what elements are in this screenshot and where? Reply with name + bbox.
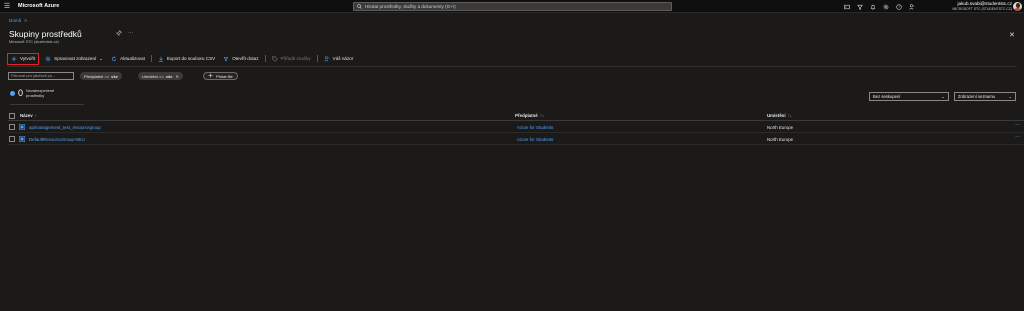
top-icons: ? [840, 0, 918, 13]
column-header-location[interactable]: Umístění ↑↓ [767, 113, 792, 118]
query-icon [223, 56, 229, 62]
assign-tags-button[interactable]: Přiřadit značky [268, 53, 315, 64]
view-mode-value: Zobrazení seznamu [958, 94, 996, 99]
toolbar-divider [150, 55, 152, 62]
download-icon [158, 56, 164, 62]
chevron-down-icon: ⌄ [941, 94, 945, 99]
notifications-icon[interactable] [866, 0, 879, 13]
grouping-value: Bez seskupení [873, 94, 901, 99]
close-icon[interactable]: ✕ [1009, 31, 1015, 39]
feedback-icon[interactable] [905, 0, 918, 13]
settings-icon[interactable] [879, 0, 892, 13]
row-subscription-link[interactable]: Azure for Students [517, 125, 553, 130]
filter-placeholder: Filtrovat pro jakékoli po... [11, 73, 56, 78]
sort-icon: ↑ [34, 113, 37, 118]
open-query-label: Otevřít dotaz [232, 56, 259, 61]
row-more-button[interactable]: ··· [1015, 134, 1020, 140]
location-filter-pill[interactable]: Umístění == vše ✕ [138, 72, 183, 80]
row-location: North Europe [767, 136, 794, 142]
breadcrumb: Domů > [9, 18, 27, 23]
plus-icon [11, 56, 17, 62]
subscription-filter-value: vše [111, 73, 118, 79]
subscription-filter-pill[interactable]: Předplatné == vše [80, 72, 122, 80]
more-options-icon[interactable]: ··· [128, 30, 133, 38]
feedback-label: Váš názor [332, 56, 354, 61]
toolbar-divider [316, 55, 318, 62]
unsecured-resources-summary[interactable]: 0 Nezabezpečené prostředky [10, 88, 66, 98]
help-icon[interactable]: ? [892, 0, 905, 13]
brand-name[interactable]: Microsoft Azure [18, 3, 59, 9]
location-filter-label: Umístění == [142, 73, 164, 79]
toolbar-divider-line [7, 66, 1017, 67]
unsecured-count: 0 [18, 88, 24, 98]
add-filter-label: Přidat filtr [216, 73, 233, 79]
search-placeholder: Hledat prostředky, služby a dokumenty (G… [365, 4, 456, 9]
grouping-dropdown[interactable]: Bez seskupení ⌄ [869, 92, 949, 101]
export-csv-button[interactable]: Export do souboru CSV [154, 53, 219, 64]
account-menu[interactable]: jakub.svabi@studentstc.cz MICROSOFT STC … [944, 1, 1012, 12]
search-icon [357, 4, 362, 9]
view-mode-dropdown[interactable]: Zobrazení seznamu ⌄ [954, 92, 1016, 101]
account-tenant: MICROSOFT STC (STUDENTSTC.CZ) [952, 6, 1012, 11]
column-header-name[interactable]: Název ↑ [20, 113, 37, 118]
global-search-input[interactable]: Hledat prostředky, služby a dokumenty (G… [353, 2, 672, 11]
summary-divider [10, 104, 84, 105]
row-checkbox[interactable] [9, 124, 15, 130]
close-icon[interactable]: ✕ [175, 74, 178, 79]
gear-icon [45, 56, 51, 62]
directory-filter-icon[interactable] [853, 0, 866, 13]
svg-text:?: ? [898, 5, 900, 9]
refresh-icon [111, 55, 117, 62]
title-actions: ··· [115, 30, 133, 38]
status-dot-icon [10, 90, 15, 96]
create-label: Vytvořit [20, 56, 36, 61]
row-name-link[interactable]: DefaultResourceGroup-NEU [29, 137, 85, 142]
page-title: Skupiny prostředků [9, 29, 82, 39]
cloud-shell-icon[interactable] [840, 0, 853, 13]
table-row[interactable]: apimanagement_test_resourcegroup Azure f… [8, 121, 1024, 133]
manage-view-label: Spravovat zobrazení [54, 56, 97, 61]
row-more-button[interactable]: ··· [1015, 122, 1020, 128]
row-subscription-link[interactable]: Azure for Students [517, 137, 553, 142]
row-location: North Europe [767, 124, 794, 130]
resource-groups-table: Název ↑ Předplatné ↑↓ Umístění ↑↓ apimanage… [8, 110, 1024, 145]
location-filter-value: vše [165, 73, 173, 79]
add-filter-icon [208, 73, 213, 79]
unsecured-label: Nezabezpečené prostředky [26, 88, 55, 98]
filter-input[interactable]: Filtrovat pro jakékoli po... [8, 72, 74, 80]
open-query-button[interactable]: Otevřít dotaz [219, 53, 262, 64]
command-bar: Vytvořit Spravovat zobrazení ⌄ Aktualizo… [7, 52, 358, 65]
breadcrumb-home[interactable]: Domů [9, 18, 21, 23]
column-header-subscription[interactable]: Předplatné ↑↓ [515, 113, 544, 118]
menu-icon[interactable]: ☰ [0, 0, 14, 13]
resource-group-icon [19, 136, 25, 142]
create-button[interactable]: Vytvořit [7, 52, 40, 65]
subscription-filter-label: Předplatné == [84, 73, 110, 79]
tag-icon [271, 55, 278, 62]
assign-tags-label: Přiřadit značky [280, 56, 311, 61]
select-all-checkbox[interactable] [9, 112, 15, 119]
sort-icon: ↑↓ [787, 113, 792, 118]
refresh-label: Aktualizovat [120, 56, 145, 61]
avatar[interactable] [1013, 2, 1022, 11]
refresh-button[interactable]: Aktualizovat [107, 53, 149, 64]
chevron-down-icon: ⌄ [99, 55, 104, 61]
toolbar-divider [264, 55, 266, 62]
sort-icon: ↑↓ [539, 113, 545, 118]
table-row[interactable]: DefaultResourceGroup-NEU Azure for Stude… [8, 133, 1024, 145]
feedback-button[interactable]: Váš názor [320, 53, 358, 64]
resource-group-icon [19, 124, 25, 130]
page-subtitle: Microsoft STC (studentstc.cz) [9, 40, 59, 44]
row-name-link[interactable]: apimanagement_test_resourcegroup [29, 125, 101, 130]
export-label: Export do souboru CSV [166, 56, 216, 61]
manage-view-button[interactable]: Spravovat zobrazení ⌄ [41, 53, 107, 64]
table-header: Název ↑ Předplatné ↑↓ Umístění ↑↓ [8, 110, 1024, 121]
row-checkbox[interactable] [9, 136, 15, 142]
breadcrumb-separator: > [24, 18, 27, 23]
add-filter-button[interactable]: Přidat filtr [203, 72, 238, 80]
feedback-person-icon [324, 55, 330, 62]
pin-icon[interactable] [115, 30, 122, 38]
chevron-down-icon: ⌄ [1008, 94, 1012, 99]
